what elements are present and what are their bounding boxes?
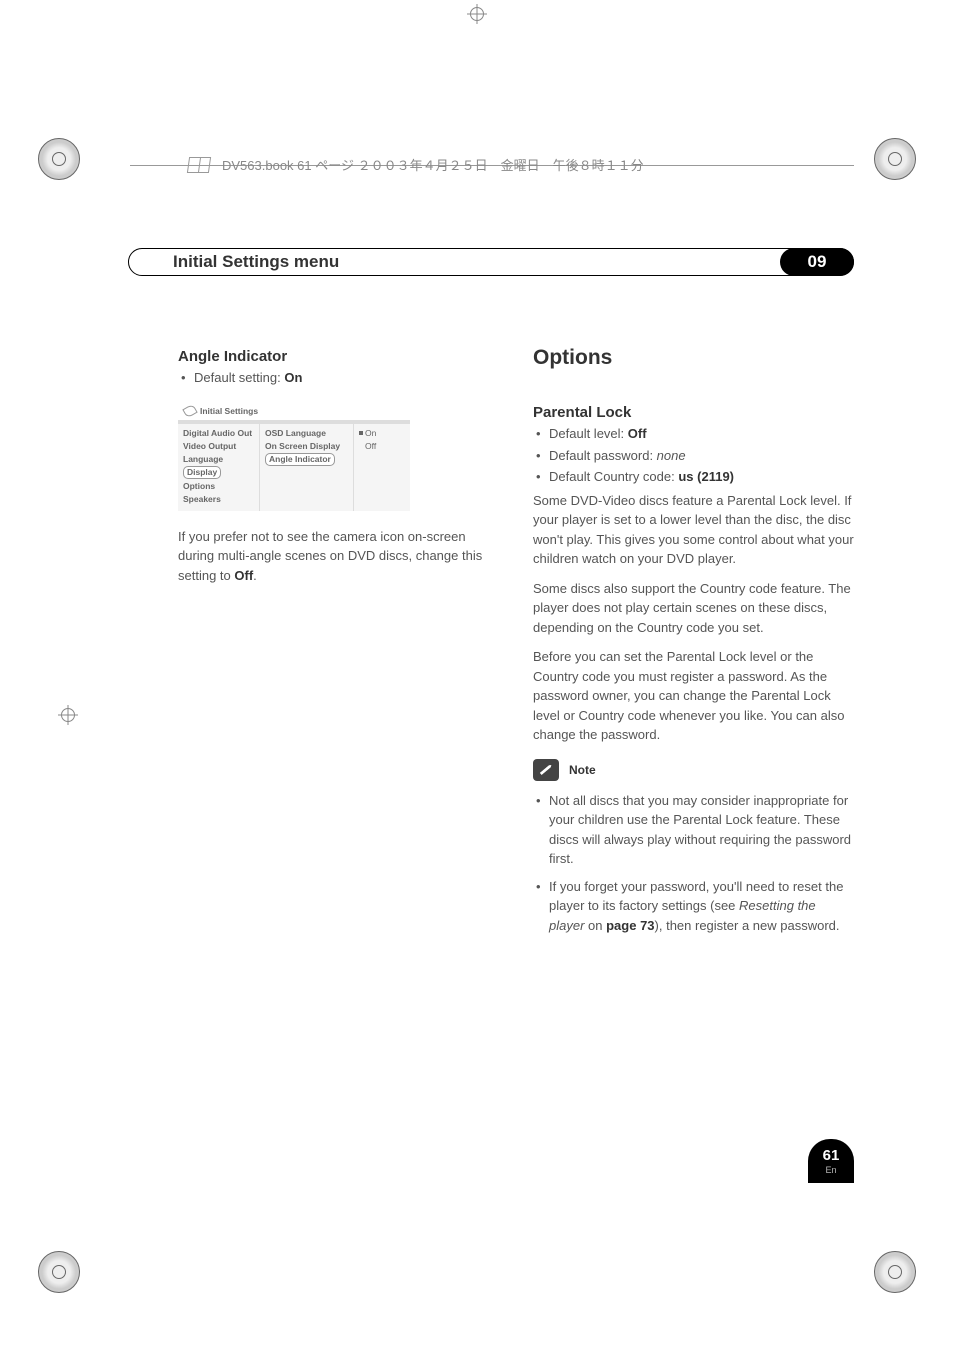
menu-sub-col: OSD Language On Screen Display Angle Ind…	[260, 424, 354, 511]
menu-value-col: On Off	[354, 424, 410, 511]
registration-mark	[874, 138, 916, 180]
note-icon	[533, 759, 559, 781]
parental-para-2: Some discs also support the Country code…	[533, 579, 854, 638]
default-level-line: Default level: Off	[533, 424, 854, 444]
default-setting-line: Default setting: On	[178, 368, 499, 388]
section-number: 09	[780, 248, 854, 276]
angle-indicator-heading: Angle Indicator	[178, 348, 499, 365]
page-number: 61	[823, 1147, 840, 1164]
angle-body-text: If you prefer not to see the camera icon…	[178, 527, 499, 586]
default-password-line: Default password: none	[533, 446, 854, 466]
page-lang: En	[825, 1165, 836, 1175]
default-country-line: Default Country code: us (2119)	[533, 467, 854, 487]
menu-nav-col: Digital Audio Out Video Output Language …	[178, 424, 260, 511]
registration-mark	[874, 1251, 916, 1293]
registration-mark	[467, 4, 487, 24]
registration-mark	[58, 705, 78, 725]
options-heading: Options	[533, 346, 854, 370]
right-column: Options Parental Lock Default level: Off…	[533, 346, 854, 943]
section-title: Initial Settings menu	[128, 248, 854, 276]
registration-mark	[38, 1251, 80, 1293]
header-filename: DV563.book 61 ページ ２００３年４月２５日 金曜日 午後８時１１分	[222, 155, 644, 174]
note-item-2: If you forget your password, you'll need…	[533, 877, 854, 936]
parental-lock-heading: Parental Lock	[533, 404, 854, 421]
parental-para-3: Before you can set the Parental Lock lev…	[533, 647, 854, 745]
page-number-badge: 61 En	[808, 1139, 854, 1183]
registration-mark	[38, 138, 80, 180]
note-heading: Note	[533, 759, 854, 781]
settings-menu-screenshot: Initial Settings Digital Audio Out Video…	[178, 402, 410, 511]
section-header: Initial Settings menu 09	[128, 248, 854, 276]
parental-para-1: Some DVD-Video discs feature a Parental …	[533, 491, 854, 569]
left-column: Angle Indicator Default setting: On Init…	[178, 346, 499, 943]
book-icon	[187, 157, 211, 173]
leaf-icon	[182, 403, 197, 418]
header-info: DV563.book 61 ページ ２００３年４月２５日 金曜日 午後８時１１分	[188, 155, 644, 174]
menu-title: Initial Settings	[200, 406, 258, 416]
note-label: Note	[569, 763, 596, 777]
note-item-1: Not all discs that you may consider inap…	[533, 791, 854, 869]
